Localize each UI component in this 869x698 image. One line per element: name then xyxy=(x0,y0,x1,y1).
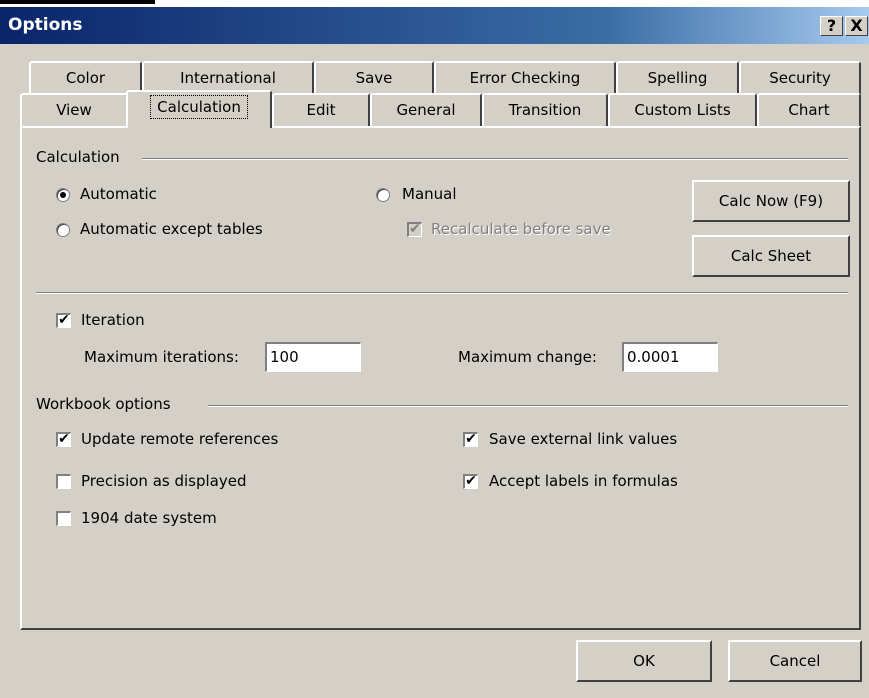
workbook-group-line xyxy=(208,405,848,407)
recalculate-label: Recalculate before save xyxy=(431,220,611,238)
tab-label: Calculation xyxy=(150,95,248,119)
tab-calculation[interactable]: Calculation xyxy=(126,90,272,128)
tab-label: Edit xyxy=(306,101,336,119)
calc-now-button[interactable]: Calc Now (F9) xyxy=(692,180,850,222)
calc-now-label: Calc Now (F9) xyxy=(718,192,824,210)
close-icon: X xyxy=(850,16,863,35)
tab-label: General xyxy=(396,101,456,119)
title-bar: Options ? X xyxy=(0,7,869,44)
accept-labels-label: Accept labels in formulas xyxy=(489,472,678,490)
calculation-group-label: Calculation xyxy=(36,148,120,166)
cancel-button[interactable]: Cancel xyxy=(728,640,862,682)
separator-line xyxy=(36,292,848,294)
tab-label: Custom Lists xyxy=(634,101,731,119)
check-icon: ✔ xyxy=(58,431,70,447)
workbook-group-label: Workbook options xyxy=(36,395,171,413)
top-strip-dark xyxy=(0,0,155,4)
help-button[interactable]: ? xyxy=(820,16,843,36)
tab-custom-lists[interactable]: Custom Lists xyxy=(608,93,757,126)
check-icon: ✔ xyxy=(465,473,477,489)
tab-spelling[interactable]: Spelling xyxy=(616,61,739,94)
tab-save[interactable]: Save xyxy=(314,61,434,94)
tab-color[interactable]: Color xyxy=(29,61,142,94)
update-remote-label: Update remote references xyxy=(81,430,279,448)
cancel-label: Cancel xyxy=(769,652,821,670)
date-1904-label: 1904 date system xyxy=(81,509,217,527)
radio-automatic[interactable] xyxy=(56,188,70,202)
radio-automatic-except-tables[interactable] xyxy=(56,223,70,237)
tab-error-checking[interactable]: Error Checking xyxy=(434,61,616,94)
max-iterations-input[interactable]: 100 xyxy=(265,342,361,372)
close-button[interactable]: X xyxy=(845,16,868,36)
tab-label: Chart xyxy=(788,101,830,119)
recalculate-checkbox[interactable]: ✔ xyxy=(407,222,422,237)
tab-label: View xyxy=(56,101,92,119)
tab-label: Color xyxy=(65,69,106,87)
ok-button[interactable]: OK xyxy=(576,640,712,682)
window-title: Options xyxy=(8,15,83,35)
accept-labels-checkbox[interactable]: ✔ xyxy=(463,474,478,489)
tab-security[interactable]: Security xyxy=(739,61,861,94)
precision-checkbox[interactable] xyxy=(56,474,71,489)
help-icon: ? xyxy=(826,16,837,35)
check-icon: ✔ xyxy=(58,312,70,328)
tab-label: International xyxy=(180,69,276,87)
iteration-label: Iteration xyxy=(81,311,145,329)
tab-label: Error Checking xyxy=(469,69,581,87)
iteration-checkbox[interactable]: ✔ xyxy=(56,313,71,328)
precision-label: Precision as displayed xyxy=(81,472,247,490)
max-iterations-label: Maximum iterations: xyxy=(84,348,239,366)
max-change-input[interactable]: 0.0001 xyxy=(622,342,718,372)
check-icon: ✔ xyxy=(465,431,477,447)
tab-transition[interactable]: Transition xyxy=(482,93,608,126)
automatic-label: Automatic xyxy=(80,185,157,203)
tab-label: Security xyxy=(769,69,831,87)
max-change-label: Maximum change: xyxy=(458,348,597,366)
tab-view[interactable]: View xyxy=(20,93,128,126)
save-external-checkbox[interactable]: ✔ xyxy=(463,432,478,447)
calculation-panel: Calculation Automatic Automatic except t… xyxy=(20,126,861,630)
tab-label: Spelling xyxy=(647,69,708,87)
calculation-group-line xyxy=(142,158,848,160)
date-1904-checkbox[interactable] xyxy=(56,511,71,526)
calc-sheet-button[interactable]: Calc Sheet xyxy=(692,235,850,277)
save-external-label: Save external link values xyxy=(489,430,678,448)
radio-manual[interactable] xyxy=(376,188,390,202)
tab-label: Transition xyxy=(508,101,582,119)
tab-chart[interactable]: Chart xyxy=(757,93,861,126)
top-strip xyxy=(0,0,869,7)
automatic-except-tables-label: Automatic except tables xyxy=(80,220,263,238)
tab-label: Save xyxy=(355,69,393,87)
tab-general[interactable]: General xyxy=(370,93,482,126)
update-remote-checkbox[interactable]: ✔ xyxy=(56,432,71,447)
check-icon: ✔ xyxy=(409,221,421,237)
calc-sheet-label: Calc Sheet xyxy=(730,247,812,265)
tab-edit[interactable]: Edit xyxy=(272,93,370,126)
manual-label: Manual xyxy=(402,185,457,203)
ok-label: OK xyxy=(633,652,655,670)
